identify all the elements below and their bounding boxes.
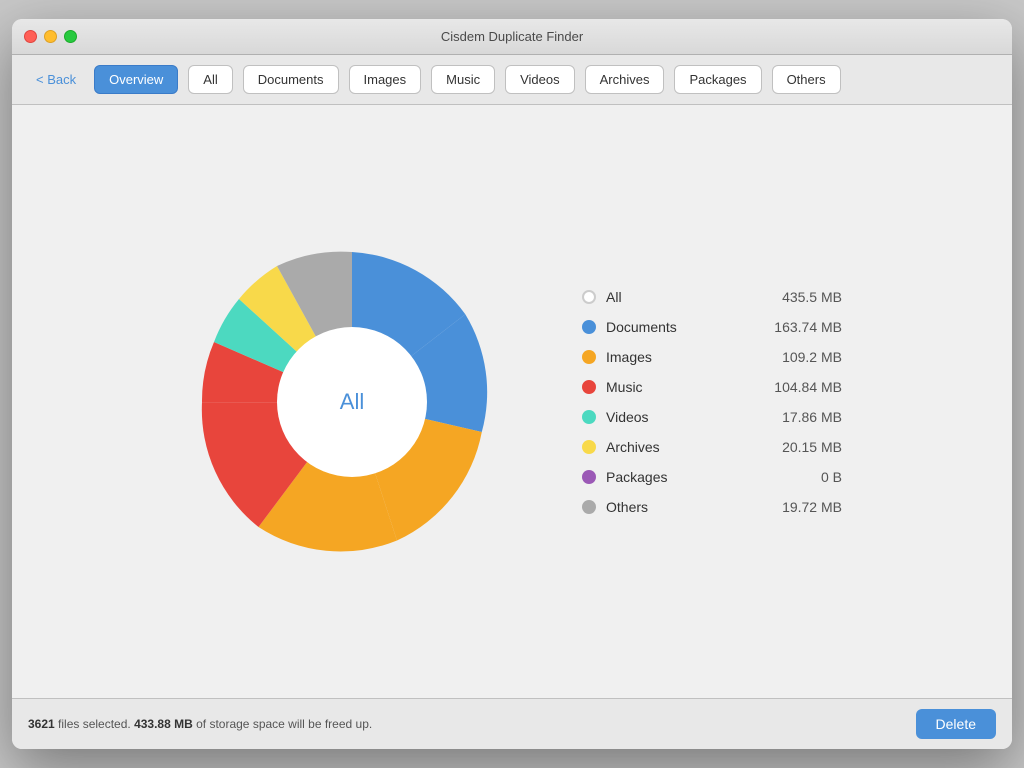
legend-value-all: 435.5 MB: [752, 289, 842, 305]
legend-item-images: Images 109.2 MB: [582, 349, 842, 365]
traffic-lights: [24, 30, 77, 43]
tab-archives[interactable]: Archives: [585, 65, 665, 94]
legend-label-music: Music: [606, 379, 742, 395]
files-count: 3621: [28, 717, 55, 731]
legend-item-documents: Documents 163.74 MB: [582, 319, 842, 335]
legend: All 435.5 MB Documents 163.74 MB Images …: [582, 289, 842, 515]
legend-value-videos: 17.86 MB: [752, 409, 842, 425]
statusbar: 3621 files selected. 433.88 MB of storag…: [12, 698, 1012, 749]
legend-item-videos: Videos 17.86 MB: [582, 409, 842, 425]
legend-value-documents: 163.74 MB: [752, 319, 842, 335]
legend-dot-archives: [582, 440, 596, 454]
legend-dot-videos: [582, 410, 596, 424]
tab-overview[interactable]: Overview: [94, 65, 178, 94]
legend-label-videos: Videos: [606, 409, 742, 425]
tab-others[interactable]: Others: [772, 65, 841, 94]
tab-images[interactable]: Images: [349, 65, 422, 94]
tab-packages[interactable]: Packages: [674, 65, 761, 94]
close-button[interactable]: [24, 30, 37, 43]
legend-label-archives: Archives: [606, 439, 742, 455]
legend-item-others: Others 19.72 MB: [582, 499, 842, 515]
legend-label-images: Images: [606, 349, 742, 365]
legend-item-all: All 435.5 MB: [582, 289, 842, 305]
legend-dot-packages: [582, 470, 596, 484]
donut-chart: All: [182, 232, 522, 572]
legend-value-images: 109.2 MB: [752, 349, 842, 365]
legend-value-music: 104.84 MB: [752, 379, 842, 395]
minimize-button[interactable]: [44, 30, 57, 43]
legend-label-documents: Documents: [606, 319, 742, 335]
tab-documents[interactable]: Documents: [243, 65, 339, 94]
legend-value-others: 19.72 MB: [752, 499, 842, 515]
window-title: Cisdem Duplicate Finder: [441, 29, 583, 44]
legend-dot-images: [582, 350, 596, 364]
legend-label-all: All: [606, 289, 742, 305]
legend-item-music: Music 104.84 MB: [582, 379, 842, 395]
tab-music[interactable]: Music: [431, 65, 495, 94]
legend-item-archives: Archives 20.15 MB: [582, 439, 842, 455]
main-content: All All 435.5 MB Documents 163.74 MB Ima…: [12, 105, 1012, 698]
freed-size: 433.88 MB: [134, 717, 193, 731]
legend-item-packages: Packages 0 B: [582, 469, 842, 485]
legend-dot-all: [582, 290, 596, 304]
titlebar: Cisdem Duplicate Finder: [12, 19, 1012, 55]
status-text: 3621 files selected. 433.88 MB of storag…: [28, 717, 372, 731]
chart-center-label: All: [277, 327, 427, 477]
delete-button[interactable]: Delete: [916, 709, 996, 739]
maximize-button[interactable]: [64, 30, 77, 43]
legend-dot-music: [582, 380, 596, 394]
legend-label-packages: Packages: [606, 469, 742, 485]
toolbar: < Back Overview All Documents Images Mus…: [12, 55, 1012, 105]
legend-value-packages: 0 B: [752, 469, 842, 485]
legend-value-archives: 20.15 MB: [752, 439, 842, 455]
legend-label-others: Others: [606, 499, 742, 515]
app-window: Cisdem Duplicate Finder < Back Overview …: [12, 19, 1012, 749]
legend-dot-documents: [582, 320, 596, 334]
legend-dot-others: [582, 500, 596, 514]
tab-all[interactable]: All: [188, 65, 232, 94]
back-button[interactable]: < Back: [28, 68, 84, 91]
tab-videos[interactable]: Videos: [505, 65, 575, 94]
